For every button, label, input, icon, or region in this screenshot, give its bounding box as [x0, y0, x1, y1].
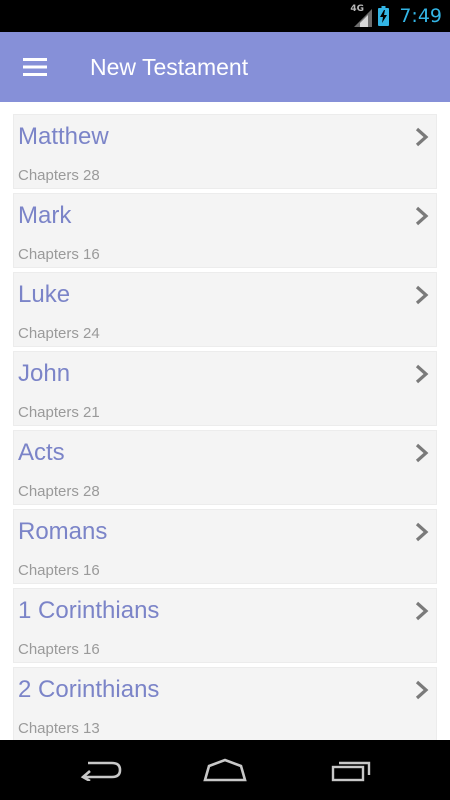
book-list: Matthew Chapters 28 Mark Chapters 16 Luk…	[0, 102, 450, 740]
list-item[interactable]: John Chapters 21	[13, 351, 437, 426]
app-bar: New Testament	[0, 32, 450, 102]
chapter-count: Chapters 16	[18, 246, 100, 263]
menu-button[interactable]	[16, 52, 54, 82]
home-icon	[203, 758, 247, 782]
back-button[interactable]	[70, 750, 130, 790]
book-name: John	[18, 360, 71, 387]
chapter-count: Chapters 24	[18, 325, 100, 342]
book-name: Romans	[18, 518, 108, 545]
chapter-count: Chapters 28	[18, 167, 100, 184]
home-button[interactable]	[195, 750, 255, 790]
status-bar: 4G 7:49	[0, 0, 450, 32]
list-item[interactable]: Matthew Chapters 28	[13, 114, 437, 189]
chapter-count: Chapters 13	[18, 720, 100, 737]
list-item[interactable]: Romans Chapters 16	[13, 509, 437, 584]
signal-icon: 4G	[350, 4, 373, 27]
book-name: Matthew	[18, 123, 109, 150]
hamburger-menu-icon	[23, 58, 47, 76]
list-item[interactable]: 2 Corinthians Chapters 13	[13, 667, 437, 740]
book-name: 1 Corinthians	[18, 597, 160, 624]
clock: 7:49	[399, 5, 442, 27]
chevron-right-icon	[415, 206, 429, 226]
back-icon	[80, 761, 122, 781]
book-name: Luke	[18, 281, 71, 308]
chevron-right-icon	[415, 127, 429, 147]
book-name: 2 Corinthians	[18, 676, 160, 703]
list-item[interactable]: Mark Chapters 16	[13, 193, 437, 268]
recent-apps-button[interactable]	[322, 750, 382, 790]
chapter-count: Chapters 16	[18, 641, 100, 658]
chapter-count: Chapters 21	[18, 404, 100, 421]
chapter-count: Chapters 16	[18, 562, 100, 579]
chapter-count: Chapters 28	[18, 483, 100, 500]
battery-charging-icon	[378, 6, 390, 26]
navigation-bar	[0, 740, 450, 800]
book-list-container[interactable]: Matthew Chapters 28 Mark Chapters 16 Luk…	[0, 102, 450, 740]
network-type: 4G	[350, 4, 364, 14]
book-name: Acts	[18, 439, 65, 466]
list-item[interactable]: 1 Corinthians Chapters 16	[13, 588, 437, 663]
chevron-right-icon	[415, 443, 429, 463]
chevron-right-icon	[415, 364, 429, 384]
recent-apps-icon	[331, 761, 371, 782]
list-item[interactable]: Acts Chapters 28	[13, 430, 437, 505]
chevron-right-icon	[415, 522, 429, 542]
chevron-right-icon	[415, 285, 429, 305]
list-item[interactable]: Luke Chapters 24	[13, 272, 437, 347]
chevron-right-icon	[415, 680, 429, 700]
book-name: Mark	[18, 202, 72, 229]
status-icons: 4G 7:49	[350, 0, 442, 32]
chevron-right-icon	[415, 601, 429, 621]
page-title: New Testament	[90, 54, 249, 80]
